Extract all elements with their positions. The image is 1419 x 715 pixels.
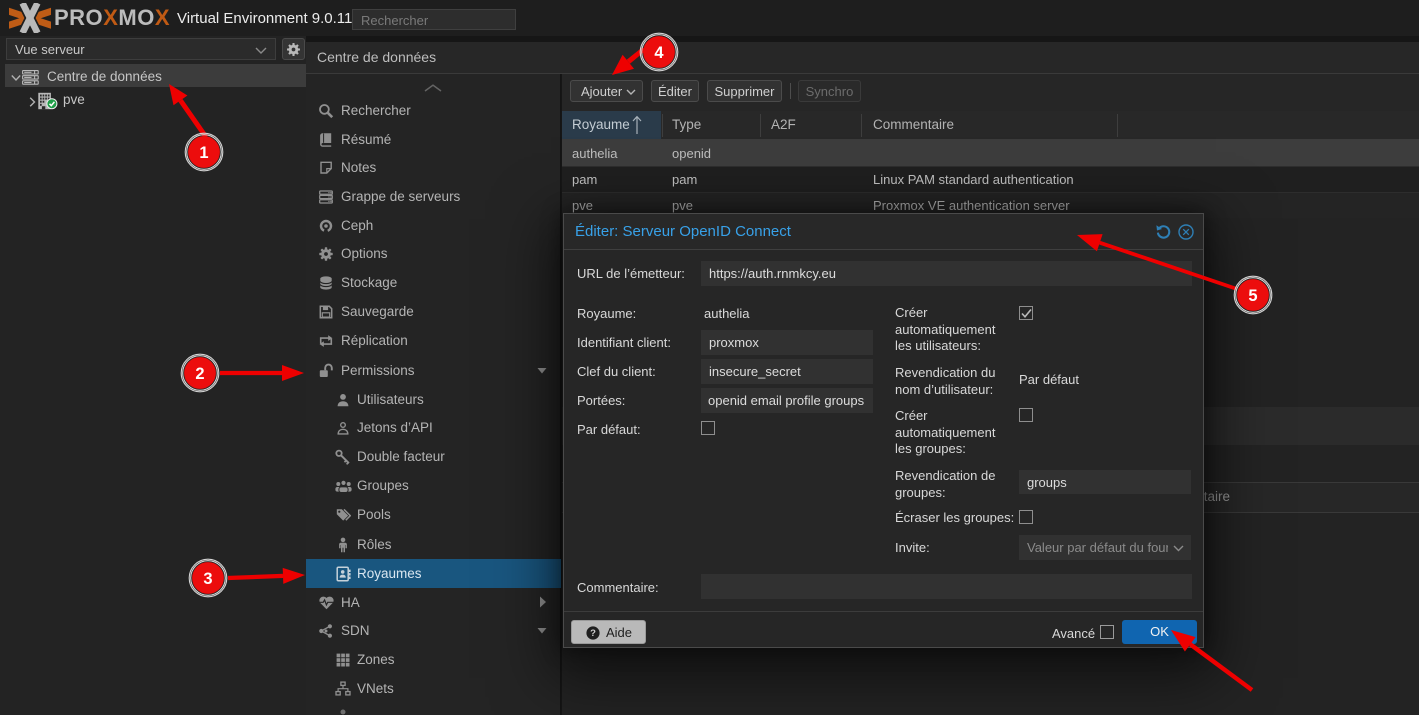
svg-text:?: ? xyxy=(590,628,596,639)
